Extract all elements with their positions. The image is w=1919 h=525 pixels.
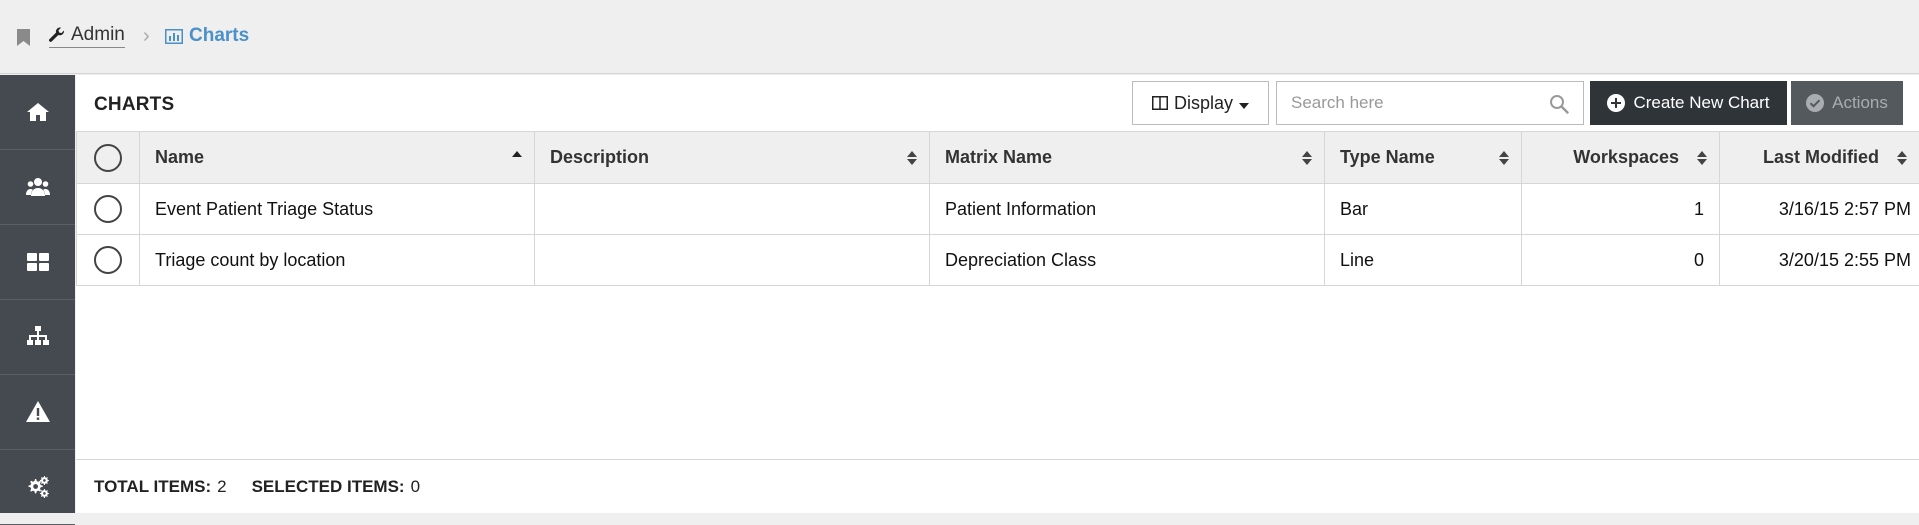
breadcrumb-charts-label: Charts <box>189 25 249 47</box>
cell-type-name: Line <box>1325 235 1522 286</box>
home-icon <box>26 100 50 124</box>
warning-icon <box>26 400 50 424</box>
cell-type-name: Bar <box>1325 184 1522 235</box>
sidebar-item-settings[interactable] <box>0 450 75 525</box>
sort-icon[interactable] <box>1697 150 1707 166</box>
selected-items-value: 0 <box>411 477 420 497</box>
table-header-row: Name Description Matrix Name Type Name W… <box>77 132 1919 184</box>
page-title: CHARTS <box>94 94 174 116</box>
row-checkbox[interactable] <box>94 246 122 274</box>
cell-matrix-name: Patient Information <box>930 184 1325 235</box>
column-header-name[interactable]: Name <box>140 132 535 184</box>
actions-button[interactable]: Actions <box>1791 81 1903 125</box>
bookmark-icon[interactable] <box>17 29 30 46</box>
search-box <box>1276 81 1584 125</box>
display-button[interactable]: Display <box>1132 81 1269 125</box>
check-circle-icon <box>1806 94 1824 112</box>
cell-matrix-name: Depreciation Class <box>930 235 1325 286</box>
sidebar-item-users[interactable] <box>0 150 75 225</box>
breadcrumb-admin-label: Admin <box>71 24 125 46</box>
plus-circle-icon <box>1607 94 1625 112</box>
cell-workspaces: 0 <box>1522 235 1720 286</box>
sidebar-item-alerts[interactable] <box>0 375 75 450</box>
sidebar <box>0 75 75 513</box>
sidebar-item-hierarchy[interactable] <box>0 300 75 375</box>
row-select-cell <box>77 184 140 235</box>
users-icon <box>26 175 50 199</box>
caret-down-icon <box>1239 103 1249 109</box>
bar-chart-icon <box>165 29 183 44</box>
sidebar-item-home[interactable] <box>0 75 75 150</box>
breadcrumb-separator: › <box>143 25 150 48</box>
table-row[interactable]: Event Patient Triage Status Patient Info… <box>77 184 1919 235</box>
sort-asc-icon[interactable] <box>512 150 522 166</box>
top-bar: Admin › Charts <box>0 0 1919 74</box>
select-all-checkbox[interactable] <box>94 144 122 172</box>
sort-icon[interactable] <box>1499 150 1509 166</box>
charts-table: Name Description Matrix Name Type Name W… <box>76 131 1919 286</box>
breadcrumb-admin[interactable]: Admin <box>49 24 125 48</box>
cell-last-modified: 3/20/15 2:55 PM <box>1720 235 1919 286</box>
cell-workspaces: 1 <box>1522 184 1720 235</box>
column-header-last-modified[interactable]: Last Modified <box>1720 132 1919 184</box>
column-header-matrix-name[interactable]: Matrix Name <box>930 132 1325 184</box>
cell-description <box>535 184 930 235</box>
columns-icon <box>1152 95 1168 111</box>
cell-name[interactable]: Triage count by location <box>140 235 535 286</box>
sidebar-item-dashboard[interactable] <box>0 225 75 300</box>
display-button-label: Display <box>1174 93 1233 114</box>
cell-name[interactable]: Event Patient Triage Status <box>140 184 535 235</box>
table-row[interactable]: Triage count by location Depreciation Cl… <box>77 235 1919 286</box>
dashboard-icon <box>26 250 50 274</box>
total-items-label: TOTAL ITEMS: <box>94 477 211 497</box>
breadcrumb-charts: Charts <box>165 24 249 48</box>
cell-last-modified: 3/16/15 2:57 PM <box>1720 184 1919 235</box>
sort-icon[interactable] <box>1302 150 1312 166</box>
column-header-workspaces[interactable]: Workspaces <box>1522 132 1720 184</box>
search-input[interactable] <box>1291 83 1551 123</box>
search-icon[interactable] <box>1549 94 1569 114</box>
wrench-icon <box>49 27 65 43</box>
table-footer: TOTAL ITEMS: 2 SELECTED ITEMS: 0 <box>76 459 1919 513</box>
column-header-type-name[interactable]: Type Name <box>1325 132 1522 184</box>
column-header-description[interactable]: Description <box>535 132 930 184</box>
cell-description <box>535 235 930 286</box>
create-new-chart-button[interactable]: Create New Chart <box>1590 81 1787 125</box>
total-items-value: 2 <box>217 477 226 497</box>
sort-icon[interactable] <box>1897 150 1907 166</box>
hierarchy-icon <box>26 325 50 349</box>
actions-button-label: Actions <box>1832 93 1888 113</box>
select-all-cell <box>77 132 140 184</box>
create-new-chart-label: Create New Chart <box>1633 93 1769 113</box>
row-checkbox[interactable] <box>94 195 122 223</box>
selected-items-label: SELECTED ITEMS: <box>252 477 405 497</box>
sort-icon[interactable] <box>907 150 917 166</box>
gears-icon <box>26 475 50 499</box>
row-select-cell <box>77 235 140 286</box>
main-panel: CHARTS Display Create New Chart Actions … <box>76 75 1919 513</box>
